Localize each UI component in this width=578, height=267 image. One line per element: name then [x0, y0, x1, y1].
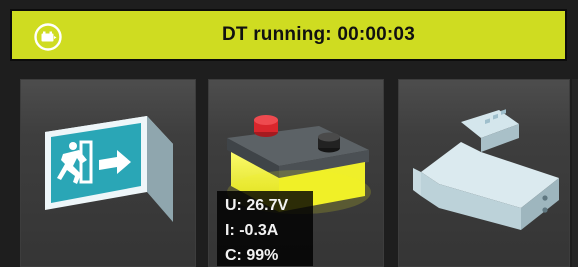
battery-cycle-icon[interactable]	[34, 23, 62, 51]
tile-din-rail-module[interactable]	[398, 79, 570, 267]
voltage-value: U: 26.7V	[225, 197, 289, 214]
status-bar: DT running: 00:00:03	[10, 9, 567, 61]
capacity-value: C: 99%	[225, 247, 279, 264]
current-value: I: -0.3A	[225, 222, 279, 239]
screen: DT running: 00:00:03 U: 26.7V I: -0.3A C…	[0, 0, 578, 267]
tile-battery[interactable]: U: 26.7V I: -0.3A C: 99%	[208, 79, 384, 267]
status-title: DT running: 00:00:03	[222, 24, 415, 45]
panel-edge	[572, 79, 578, 267]
emergency-exit-sign-icon	[45, 116, 173, 222]
din-rail-module-icon	[413, 109, 559, 230]
tile-exit-sign[interactable]	[20, 79, 196, 267]
battery-readout: U: 26.7V I: -0.3A C: 99%	[217, 191, 313, 266]
